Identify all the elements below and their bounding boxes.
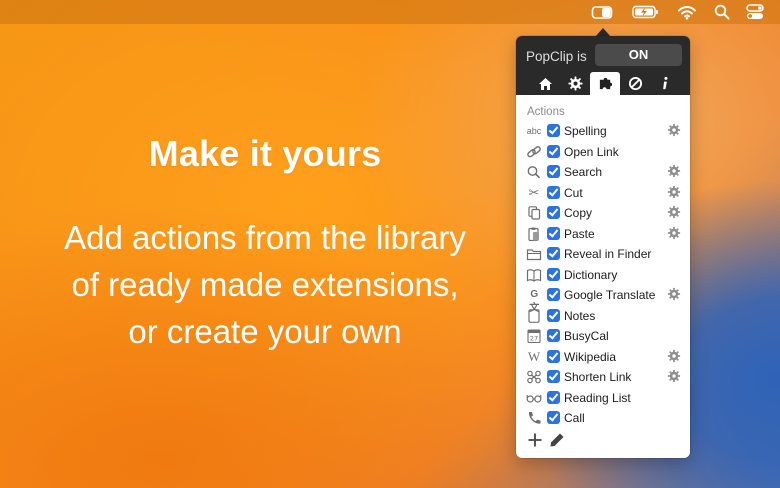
copy-icon [528, 206, 541, 220]
action-label: Copy [564, 206, 593, 220]
action-checkbox[interactable] [547, 185, 560, 199]
popup-header: PopClip is ON [516, 36, 690, 95]
action-label: Google Translate [564, 288, 656, 302]
tab-info[interactable] [650, 72, 680, 95]
clipboard-icon [528, 227, 539, 241]
settings-gear-icon[interactable] [667, 164, 681, 178]
action-checkbox[interactable] [547, 308, 560, 322]
actions-list: abc Spelling Open Link Search ✂ Cut Copy… [516, 121, 690, 429]
action-checkbox[interactable] [547, 370, 560, 383]
action-checkbox[interactable] [547, 124, 560, 137]
settings-gear-icon[interactable] [667, 287, 681, 301]
list-item: Search [516, 162, 690, 183]
calendar-icon: 27 [527, 329, 541, 343]
action-checkbox[interactable] [547, 411, 560, 424]
list-item: abc Spelling [516, 121, 690, 142]
action-label: BusyCal [564, 329, 609, 343]
settings-gear-icon[interactable] [667, 369, 681, 383]
tab-extensions[interactable] [590, 72, 620, 95]
popclip-menubar-icon[interactable] [591, 4, 613, 20]
wikipedia-icon: W [527, 348, 541, 364]
settings-gear-icon[interactable] [667, 185, 681, 199]
list-item: Paste [516, 224, 690, 245]
hero-text-block: Make it yours Add actions from the libra… [20, 0, 510, 488]
list-item: Reveal in Finder [516, 244, 690, 265]
status-label: PopClip is [526, 49, 587, 64]
pencil-icon[interactable] [549, 432, 565, 448]
glasses-icon [526, 394, 542, 403]
list-item: Reading List [516, 388, 690, 409]
action-label: Open Link [564, 144, 619, 159]
action-checkbox[interactable] [547, 165, 560, 178]
wifi-icon[interactable] [677, 4, 697, 20]
house-icon [538, 77, 552, 90]
phone-icon [528, 412, 541, 424]
plus-icon[interactable] [527, 432, 543, 448]
hero-subtitle-line-1: Add actions from the library [64, 219, 466, 256]
actions-section-label: Actions [527, 106, 565, 118]
action-label: Notes [564, 308, 596, 323]
battery-charging-icon[interactable] [632, 4, 660, 20]
tab-general[interactable] [530, 72, 560, 95]
action-label: Wikipedia [564, 349, 617, 364]
spotlight-search-icon[interactable] [714, 4, 730, 20]
list-item: Notes [516, 306, 690, 327]
abc-icon: abc [526, 126, 542, 136]
action-checkbox[interactable] [547, 247, 560, 260]
settings-gear-icon[interactable] [667, 226, 681, 240]
action-checkbox[interactable] [547, 226, 560, 240]
info-icon [663, 76, 668, 90]
tab-bar [530, 72, 680, 95]
book-icon [526, 268, 542, 282]
list-item: W Wikipedia [516, 347, 690, 368]
action-checkbox[interactable] [547, 267, 560, 281]
action-label: Shorten Link [564, 370, 632, 384]
action-label: Call [564, 411, 585, 425]
list-item: 27 BusyCal [516, 326, 690, 347]
on-off-toggle[interactable]: ON [595, 44, 682, 66]
list-item: G文 Google Translate [516, 285, 690, 314]
list-item: Open Link [516, 142, 690, 163]
settings-gear-icon[interactable] [667, 349, 681, 363]
action-label: Reveal in Finder [564, 247, 652, 261]
chain-icon [527, 370, 541, 384]
action-label: Search [564, 165, 603, 179]
note-icon [528, 308, 540, 323]
svg-text:27: 27 [530, 335, 538, 343]
action-label: Reading List [564, 390, 631, 405]
action-checkbox[interactable] [547, 288, 560, 301]
popclip-popup: PopClip is ON Actions abc Spelling Open … [516, 36, 690, 458]
folder-icon [526, 249, 542, 261]
translate-icon: G文 [529, 289, 539, 314]
control-center-icon[interactable] [746, 4, 764, 20]
hero-subtitle-line-2: of ready made extensions, [71, 266, 459, 303]
tab-settings[interactable] [560, 72, 590, 95]
action-checkbox[interactable] [547, 349, 560, 363]
list-item: Call [516, 408, 690, 429]
action-label: Cut [564, 185, 583, 200]
scissors-icon: ✂ [528, 184, 540, 200]
tab-excluded-apps[interactable] [620, 72, 650, 95]
list-item: Shorten Link [516, 367, 690, 388]
settings-gear-icon[interactable] [667, 205, 681, 219]
hero-title: Make it yours [148, 133, 382, 174]
list-item: ✂ Cut [516, 183, 690, 204]
magnifier-icon [527, 166, 541, 179]
hero-subtitle: Add actions from the library of ready ma… [20, 214, 510, 355]
settings-gear-icon[interactable] [667, 123, 681, 137]
action-label: Spelling [564, 124, 607, 138]
action-label: Dictionary [564, 267, 618, 282]
list-item: Copy [516, 203, 690, 224]
action-checkbox[interactable] [547, 144, 560, 158]
action-checkbox[interactable] [547, 329, 560, 342]
list-item: Dictionary [516, 265, 690, 286]
action-label: Paste [564, 226, 595, 241]
gear-icon [567, 76, 583, 91]
block-icon [628, 76, 642, 91]
hero-subtitle-line-3: or create your own [128, 313, 402, 350]
action-checkbox[interactable] [547, 390, 560, 404]
link-icon [527, 145, 541, 157]
action-checkbox[interactable] [547, 206, 560, 219]
puzzle-icon [599, 77, 612, 90]
